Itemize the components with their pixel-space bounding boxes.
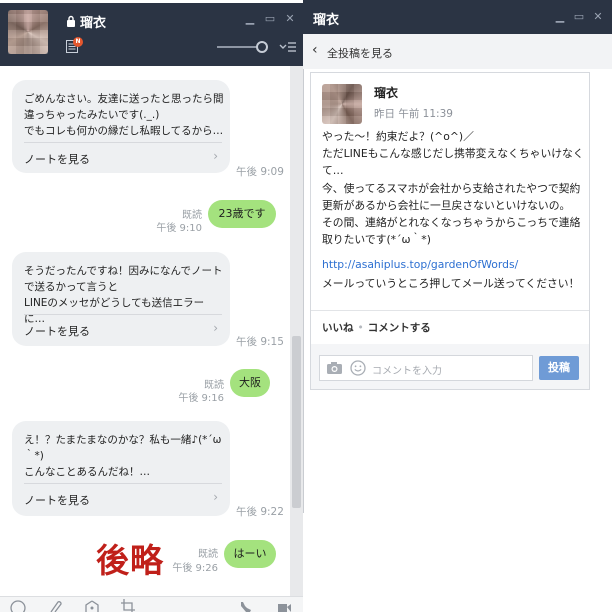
submit-comment-button[interactable]: 投稿 [539,356,579,380]
lock-icon [67,15,75,27]
note-card[interactable]: ごめんなさい。友達に送ったと思ったら間違っちゃったみたいです(._.) でもコレ… [12,80,230,173]
my-message-bubble[interactable]: 23歳です [208,200,276,228]
chat-scrollbar[interactable] [290,66,303,596]
minimize-icon[interactable]: ▁ [243,12,257,26]
post-body: やった〜！約束だよ？(^o^)／ ただLINEもこんな感じだし携帯変えなくちゃい… [322,130,584,247]
note-text: ごめんなさい。友達に送ったと思ったら間違っちゃったみたいです(._.) でもコレ… [24,93,224,137]
post-window-title: 瑠衣 [313,13,340,28]
comment-button[interactable]: コメントする [368,322,431,334]
note-more-label[interactable]: ノートを見る [24,323,90,339]
camera-icon[interactable] [326,361,343,375]
message-time: 午後 9:10 [156,223,202,234]
post-actions-divider [311,310,589,311]
message-time: 午後 9:22 [236,506,284,518]
note-more-label[interactable]: ノートを見る [24,492,90,508]
note-text: そうだったんですね！因みになんでノートで送るかって言うと LINEのメッセがどう… [24,265,223,325]
message-time: 午後 9:26 [172,563,218,574]
message-time: 午後 9:15 [236,336,284,348]
message-time: 午後 9:16 [178,393,224,404]
phone-icon[interactable] [238,599,254,612]
screenshot-icon[interactable] [84,599,100,612]
chat-contact-name: 瑠衣 [80,16,107,31]
attachment-icon[interactable] [47,599,63,612]
crop-icon[interactable] [120,599,136,612]
note-card[interactable]: え！？たまたまなのかな？私も一緒♪(*´ω｀*) こんなことあるんだね！… ノー… [12,421,230,516]
back-to-all-posts-link[interactable]: 全投稿を見る [327,45,393,61]
maximize-icon[interactable]: ▭ [572,10,586,24]
chat-scrollbar-thumb[interactable] [292,336,301,508]
video-call-icon[interactable] [276,599,292,612]
volume-slider-knob[interactable] [256,41,268,53]
maximize-icon[interactable]: ▭ [263,12,277,26]
my-message-bubble[interactable]: 大阪 [230,369,270,397]
post-author-avatar[interactable] [322,84,362,124]
post-actions: いいね • コメントする [322,320,431,335]
separator-dot: • [357,322,364,334]
chevron-right-icon[interactable]: › [213,321,218,335]
notification-badge-icon: N [73,37,83,47]
note-divider [24,314,222,315]
close-icon[interactable]: ✕ [283,12,297,26]
note-more-label[interactable]: ノートを見る [24,151,90,167]
header-top-strip [0,0,303,3]
screen: 瑠衣 N ▁ ▭ ✕ ごめんなさい。友達に送ったと思ったら間違っちゃったみたいで… [0,0,612,612]
chat-toolbar [0,596,303,612]
note-divider [24,142,222,143]
smile-icon[interactable] [350,360,366,376]
close-icon[interactable]: ✕ [591,10,605,24]
chevron-right-icon[interactable]: › [213,149,218,163]
post-author-name[interactable]: 瑠衣 [374,84,398,101]
post-body-after-link: メールっていうところ押してメール送ってください！ [322,277,580,290]
annotation-text: 後略 [96,541,164,580]
contact-avatar[interactable] [8,10,48,54]
emoji-icon[interactable] [10,599,26,612]
read-receipt: 既読 [198,549,218,560]
post-link[interactable]: http://asahiplus.top/gardenOfWords/ [322,258,518,271]
note-card[interactable]: そうだったんですね！因みになんでノートで送るかって言うと LINEのメッセがどう… [12,252,230,346]
post-timestamp: 昨日 午前 11:39 [374,108,453,120]
chevron-right-icon[interactable]: › [213,490,218,504]
minimize-icon[interactable]: ▁ [553,10,567,24]
note-divider [24,483,222,484]
comment-placeholder: コメントを入力 [372,366,442,377]
menu-icon[interactable] [279,40,297,54]
chevron-left-icon[interactable]: ‹ [312,42,318,58]
like-button[interactable]: いいね [322,322,354,334]
message-time: 午後 9:09 [236,166,284,178]
my-message-bubble[interactable]: はーい [224,540,276,568]
note-text: え！？たまたまなのかな？私も一緒♪(*´ω｀*) こんなことあるんだね！… [24,434,222,478]
